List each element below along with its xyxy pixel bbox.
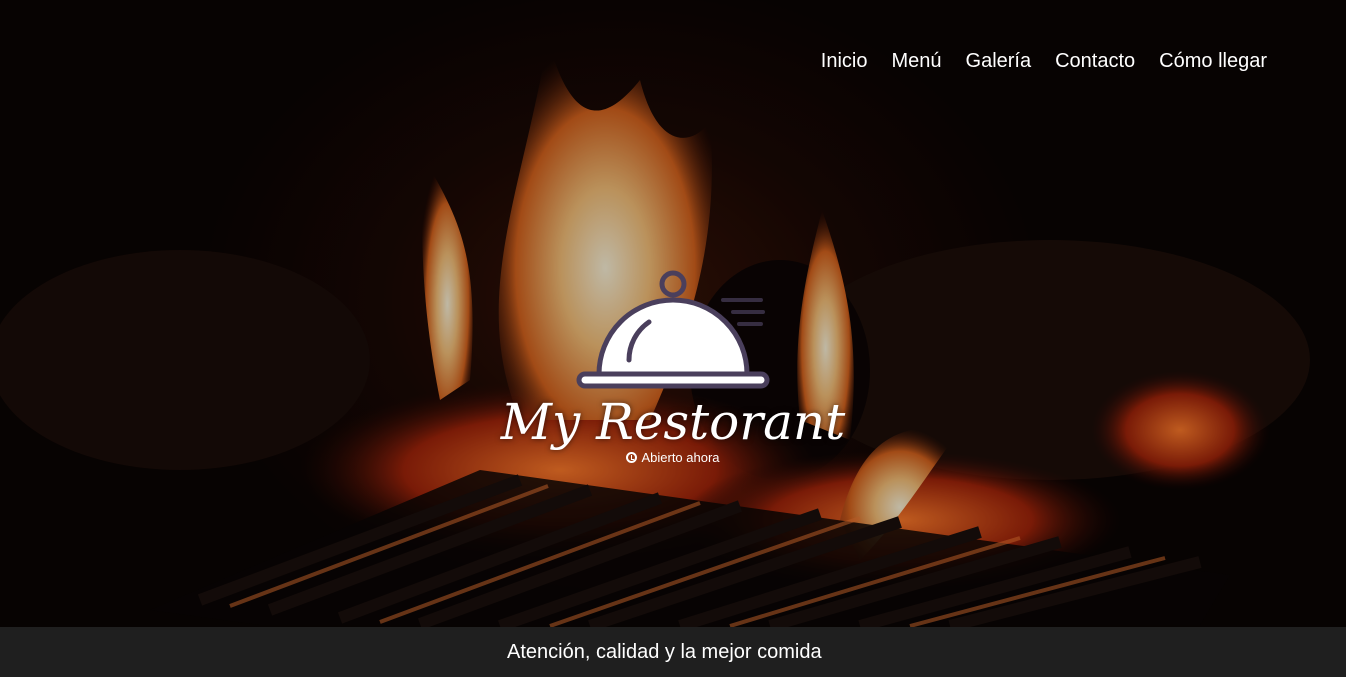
cloche-icon	[576, 270, 770, 389]
open-status: Abierto ahora	[626, 450, 720, 465]
nav-item-como-llegar[interactable]: Cómo llegar	[1159, 48, 1267, 74]
clock-icon	[626, 452, 638, 463]
main-nav: Inicio Menú Galería Contacto Cómo llegar	[797, 48, 1267, 74]
brand-block: My Restorant Abierto ahora	[0, 270, 1346, 468]
nav-item-menu[interactable]: Menú	[891, 48, 941, 74]
restaurant-title: My Restorant	[500, 393, 846, 451]
tagline-text: Atención, calidad y la mejor comida	[507, 641, 822, 663]
open-status-label: Abierto ahora	[641, 450, 720, 465]
nav-item-contacto[interactable]: Contacto	[1055, 48, 1135, 74]
hero-section: Inicio Menú Galería Contacto Cómo llegar…	[0, 0, 1346, 627]
tagline-bar: Atención, calidad y la mejor comida	[0, 627, 1346, 677]
nav-item-inicio[interactable]: Inicio	[821, 48, 868, 74]
nav-item-galeria[interactable]: Galería	[966, 48, 1032, 74]
